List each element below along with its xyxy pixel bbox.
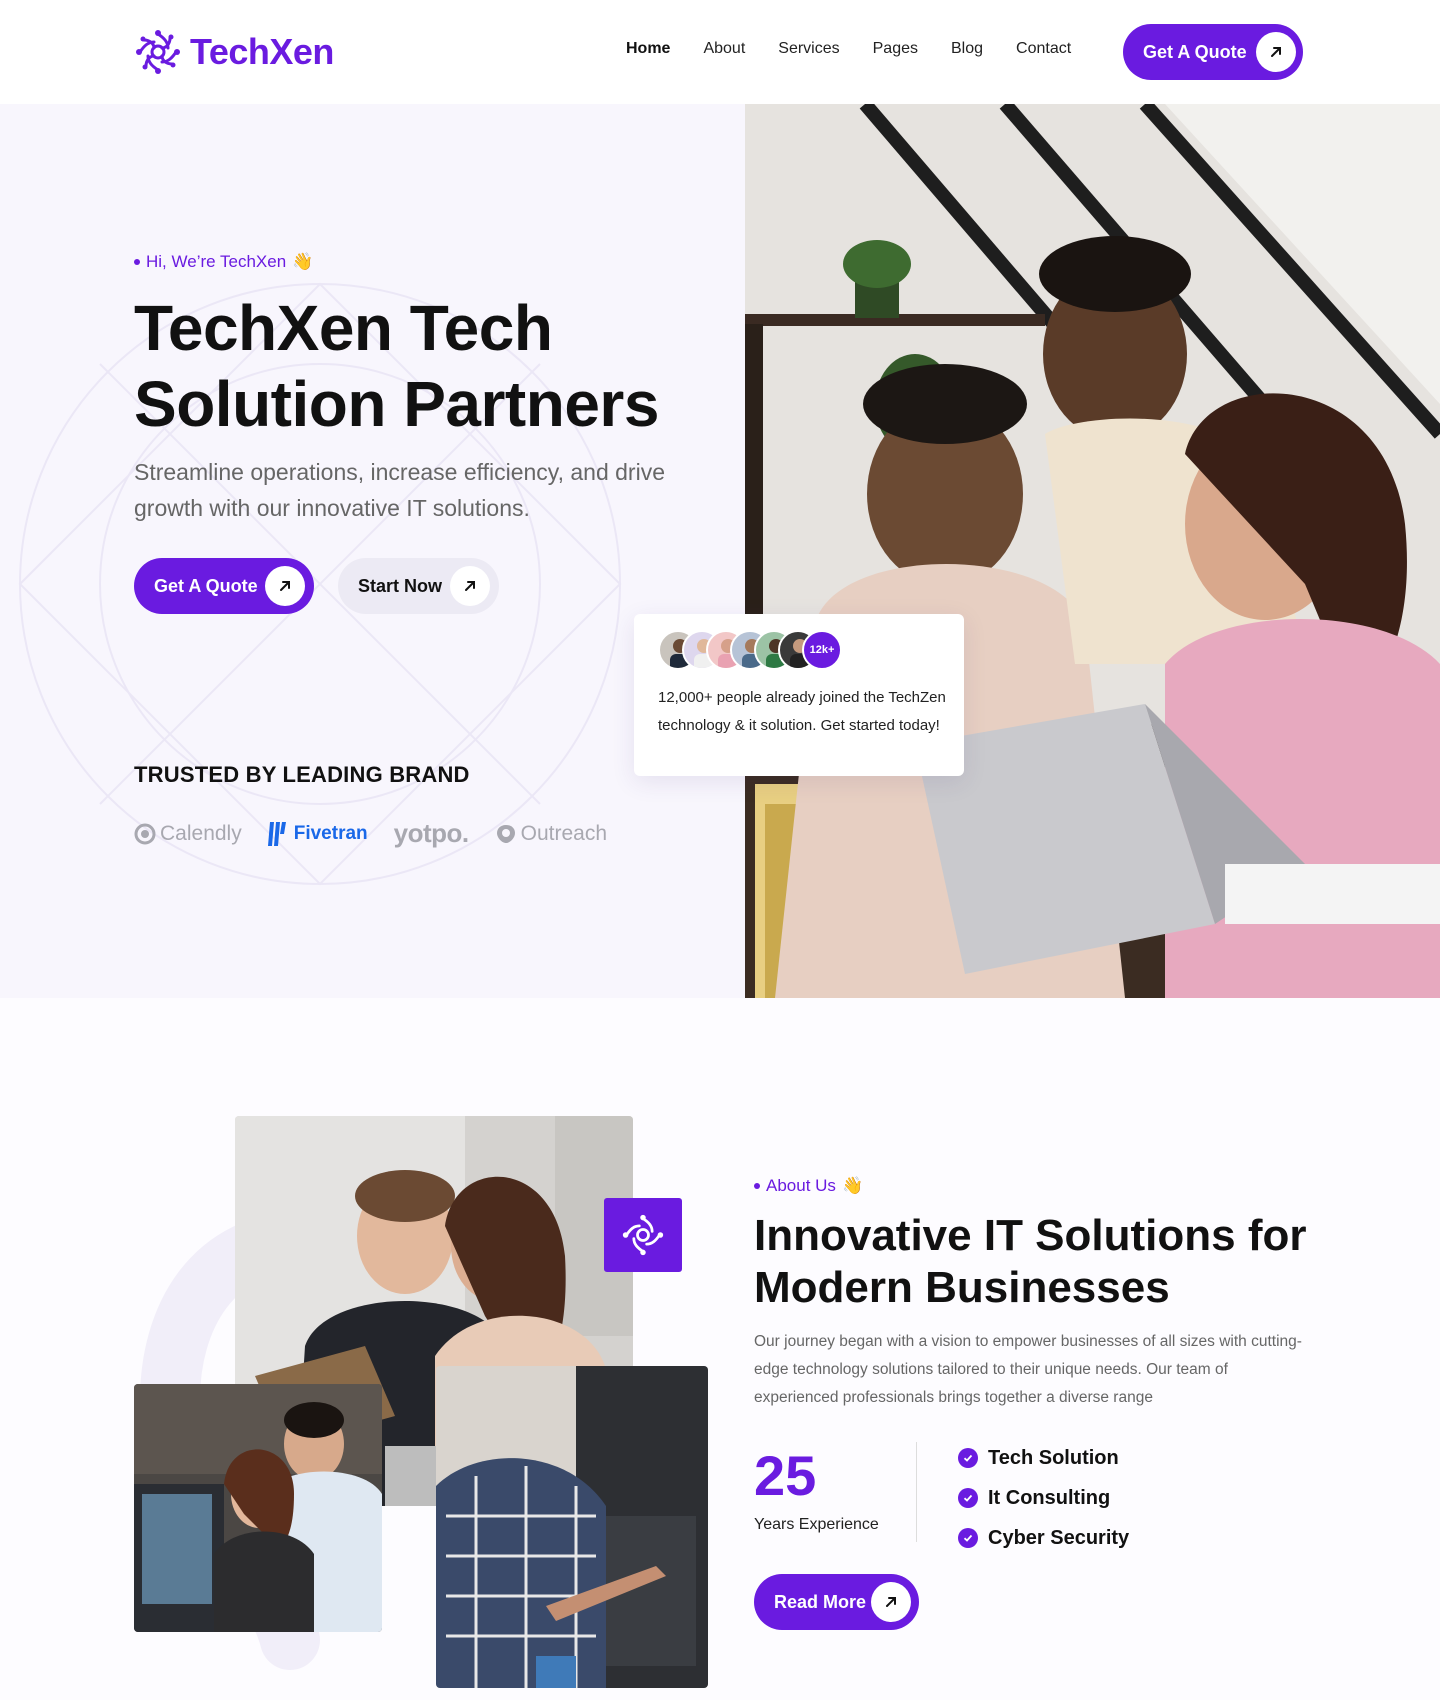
brand-outreach-label: Outreach [520, 821, 608, 845]
check-circle-icon [958, 1528, 978, 1548]
brand-fivetran: Fivetran [267, 820, 368, 848]
arrow-up-right-icon [450, 566, 490, 606]
brand-logos: Calendly Fivetran yotpo. Outreach [134, 818, 607, 849]
about-title: Innovative IT Solutions for Modern Busin… [754, 1211, 1307, 1312]
feature-label: It Consulting [988, 1486, 1111, 1509]
logo-text: TechXen [190, 31, 334, 72]
hero-title: TechXen Tech Solution Partners [134, 292, 659, 440]
hero-eyebrow: Hi, We’re TechXen 👋 [134, 252, 313, 272]
calendly-logo-icon [134, 823, 156, 844]
eyebrow-dot [134, 259, 140, 265]
experience-label: Years Experience [754, 1516, 879, 1533]
nav-item-blog[interactable]: Blog [951, 40, 983, 58]
join-card: 12k+ 12,000+ people already joined the T… [634, 614, 964, 776]
feature-item: Cyber Security [958, 1518, 1129, 1558]
logo[interactable]: TechXen [134, 28, 334, 76]
hero-section [0, 104, 745, 998]
about-eyebrow: About Us 👋 [754, 1176, 863, 1196]
header-quote-label: Get A Quote [1143, 41, 1247, 62]
join-card-text: 12,000+ people already joined the TechZe… [658, 689, 946, 734]
main-nav: Home About Services Pages Blog Contact [626, 40, 1104, 58]
header-quote-button[interactable]: Get A Quote [1123, 24, 1303, 80]
brand-fivetran-label: Fivetran [293, 822, 368, 844]
arrow-up-right-icon [871, 1582, 911, 1622]
eyebrow-dot [754, 1183, 760, 1189]
feature-item: It Consulting [958, 1478, 1129, 1518]
hero-quote-label: Get A Quote [154, 575, 258, 596]
wave-emoji-icon: 👋 [292, 252, 314, 271]
wave-emoji-icon: 👋 [841, 1176, 864, 1195]
nav-item-about[interactable]: About [703, 40, 745, 58]
brand-yotpo-label: yotpo. [393, 818, 470, 848]
hero-start-label: Start Now [358, 575, 443, 596]
site-header: TechXen Home About Services Pages Blog C… [0, 0, 1440, 104]
hero-subtitle: Streamline operations, increase efficien… [134, 459, 665, 521]
divider [916, 1442, 917, 1542]
nav-item-home[interactable]: Home [626, 40, 670, 58]
nav-item-pages[interactable]: Pages [873, 40, 918, 58]
fivetran-logo-icon [267, 821, 286, 846]
check-circle-icon [958, 1488, 978, 1508]
experience-number: 25 [754, 1444, 817, 1507]
nav-item-services[interactable]: Services [778, 40, 839, 58]
hero-eyebrow-text: Hi, We’re TechXen [146, 252, 287, 271]
feature-item: Tech Solution [958, 1438, 1129, 1478]
about-badge [604, 1198, 682, 1272]
brand-yotpo: yotpo. [393, 818, 470, 849]
read-more-label: Read More [774, 1591, 867, 1612]
check-circle-icon [958, 1448, 978, 1468]
about-description: Our journey began with a vision to empow… [754, 1333, 1302, 1406]
team-photo-illustration [745, 104, 1440, 998]
logo-icon [136, 30, 180, 74]
brand-calendly: Calendly [134, 822, 242, 846]
background-pattern [18, 282, 622, 886]
arrow-up-right-icon [265, 566, 305, 606]
feature-label: Tech Solution [988, 1446, 1119, 1469]
read-more-button[interactable]: Read More [754, 1574, 919, 1630]
nav-item-contact[interactable]: Contact [1016, 40, 1071, 58]
brand-calendly-label: Calendly [160, 821, 242, 845]
member-count-badge: 12k+ [802, 630, 842, 670]
about-eyebrow-text: About Us [766, 1176, 836, 1195]
logo-icon [622, 1214, 664, 1256]
feature-label: Cyber Security [988, 1526, 1130, 1549]
hero-team-photo [745, 104, 1440, 998]
about-photo-screen [436, 1366, 708, 1688]
hero-start-button[interactable]: Start Now [338, 558, 499, 614]
avatar-group: 12k+ [658, 630, 842, 670]
hero-quote-button[interactable]: Get A Quote [134, 558, 314, 614]
trusted-heading: TRUSTED BY LEADING BRAND [134, 762, 470, 787]
arrow-up-right-icon [1256, 32, 1296, 72]
brand-outreach: Outreach [495, 822, 607, 846]
outreach-logo-icon [496, 824, 515, 843]
about-photo-coding [134, 1384, 382, 1632]
feature-list: Tech Solution It Consulting Cyber Securi… [958, 1438, 1129, 1558]
